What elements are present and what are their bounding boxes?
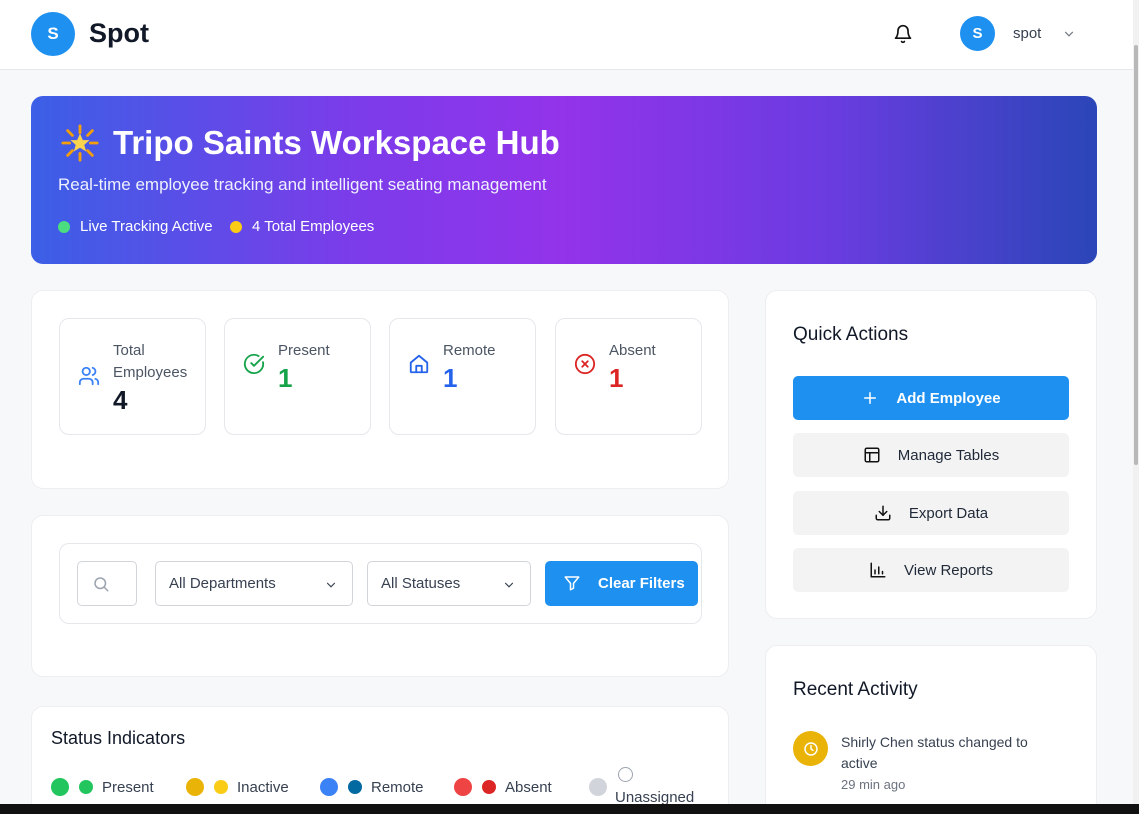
legend-present: Present [51, 778, 154, 796]
hero-banner: Tripo Saints Workspace Hub Real-time emp… [31, 96, 1097, 264]
scrollbar-thumb[interactable] [1134, 45, 1138, 465]
add-employee-label: Add Employee [896, 389, 1001, 407]
chevron-down-icon [504, 582, 514, 588]
top-navbar: S Spot S spot [0, 0, 1133, 70]
star-icon [61, 124, 99, 162]
legend-swatch [454, 778, 472, 796]
user-name[interactable]: spot [1013, 25, 1041, 42]
live-tracking-pill: Live Tracking Active [58, 218, 213, 235]
chevron-down-icon[interactable] [1062, 27, 1076, 41]
department-select-value: All Departments [169, 575, 276, 592]
check-circle-icon [243, 353, 265, 374]
stat-remote: Remote 1 [389, 318, 536, 435]
pill-label: 4 Total Employees [252, 218, 375, 235]
export-data-button[interactable]: Export Data [793, 491, 1069, 535]
legend-label: Present [102, 778, 154, 796]
window-bottom-edge [0, 804, 1139, 814]
view-reports-button[interactable]: View Reports [793, 548, 1069, 592]
x-circle-icon [574, 353, 596, 375]
legend-swatch [51, 778, 69, 796]
hero-title: Tripo Saints Workspace Hub [113, 124, 560, 161]
view-reports-label: View Reports [904, 561, 993, 579]
status-indicators-card: Status Indicators Present Inactive Remot… [31, 706, 729, 814]
bell-icon[interactable] [893, 24, 913, 44]
legend-dot [214, 780, 228, 794]
status-indicators-title: Status Indicators [51, 728, 186, 748]
recent-activity-title: Recent Activity [793, 679, 918, 700]
legend-dot [348, 780, 362, 794]
app-name[interactable]: Spot [89, 18, 149, 49]
stat-absent: Absent 1 [555, 318, 702, 435]
users-icon [78, 366, 100, 386]
clock-icon [803, 741, 818, 756]
add-employee-button[interactable]: Add Employee [793, 376, 1069, 420]
legend-swatch [186, 778, 204, 796]
stat-label: Present [278, 342, 330, 359]
activity-text: Shirly Chen status changed to active [841, 734, 1028, 771]
legend-dot [618, 767, 633, 782]
recent-activity-card: Recent Activity Shirly Chen status chang… [765, 645, 1097, 814]
quick-actions-card: Quick Actions Add Employee Manage Tables… [765, 290, 1097, 619]
app-logo[interactable]: S [31, 12, 75, 56]
stat-value: 4 [113, 385, 128, 415]
search-input[interactable] [77, 561, 137, 606]
user-avatar[interactable]: S [960, 16, 995, 51]
stat-label: Total Employees [113, 342, 188, 381]
home-icon [409, 354, 429, 374]
hero-subtitle: Real-time employee tracking and intellig… [58, 175, 547, 194]
search-icon [94, 577, 109, 592]
stat-label: Absent [609, 342, 656, 359]
manage-tables-button[interactable]: Manage Tables [793, 433, 1069, 477]
chevron-down-icon [326, 582, 336, 588]
legend-inactive: Inactive [186, 778, 289, 796]
pill-label: Live Tracking Active [80, 218, 213, 235]
legend-remote: Remote [320, 778, 424, 796]
activity-time: 29 min ago [841, 777, 906, 792]
stat-value: 1 [278, 363, 293, 393]
bar-chart-icon [870, 562, 886, 578]
stat-present: Present 1 [224, 318, 371, 435]
legend-label: Absent [505, 778, 552, 796]
status-select-value: All Statuses [381, 575, 461, 592]
export-data-label: Export Data [908, 504, 989, 522]
download-icon [875, 505, 891, 521]
total-employees-pill: 4 Total Employees [230, 218, 374, 235]
legend-label: Inactive [237, 778, 289, 796]
plus-icon [864, 392, 877, 404]
filter-bar: All Departments All Statuses Clear Filte… [59, 543, 702, 624]
status-dot [230, 220, 242, 233]
activity-item[interactable]: Shirly Chen status changed to active 29 … [793, 730, 1083, 800]
department-select[interactable]: All Departments [155, 561, 353, 606]
stats-card: Total Employees 4 Present 1 Remote 1 Abse… [31, 290, 729, 489]
table-icon [864, 447, 880, 463]
activity-icon-badge [793, 731, 828, 766]
legend-dot [482, 780, 496, 794]
legend-swatch [589, 778, 607, 796]
filter-icon [564, 576, 580, 591]
filters-card: All Departments All Statuses Clear Filte… [31, 515, 729, 677]
status-select[interactable]: All Statuses [367, 561, 531, 606]
stat-label: Remote [443, 342, 496, 359]
clear-filters-button[interactable]: Clear Filters [545, 561, 698, 606]
status-dot [58, 220, 70, 233]
manage-tables-label: Manage Tables [897, 446, 1000, 464]
stat-total-employees: Total Employees 4 [59, 318, 206, 435]
legend-swatch [320, 778, 338, 796]
legend-label: Remote [371, 778, 424, 796]
quick-actions-title: Quick Actions [793, 324, 909, 345]
stat-value: 1 [443, 363, 458, 393]
stat-value: 1 [609, 363, 624, 393]
legend-dot [79, 780, 93, 794]
clear-filters-label: Clear Filters [598, 575, 685, 592]
legend-absent: Absent [454, 778, 552, 796]
